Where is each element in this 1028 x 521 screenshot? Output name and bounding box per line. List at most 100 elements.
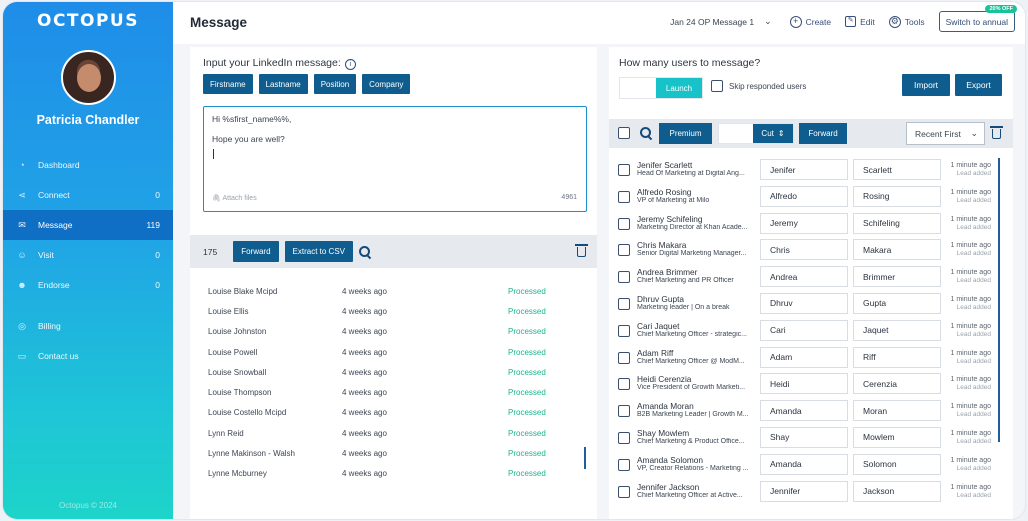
search-icon[interactable] [359,245,371,258]
lastname-chip[interactable]: Lastname [258,74,308,94]
last-name-field[interactable]: Gupta [853,292,941,314]
list-item[interactable]: Alfredo Rosing VP of Marketing at Milo Alf… [609,185,1013,212]
list-item[interactable]: Adam Riff Chief Marketing Officer @ ModM.… [609,346,1013,373]
list-item[interactable]: Amanda Solomon VP, Creator Relations - Ma… [609,453,1013,480]
table-row[interactable]: Louise Thompson 4 weeks ago Processed [190,382,597,402]
list-item[interactable]: Heidi Cerenzia Vice President of Growth M… [609,372,1013,399]
avatar[interactable] [61,50,116,105]
list-item[interactable]: Dhruv Gupta Marketing leader | On a break… [609,292,1013,319]
first-name-field[interactable]: Adam [760,346,848,368]
forward-button[interactable]: Forward [799,123,847,144]
premium-button[interactable]: Premium [659,123,712,144]
last-name-field[interactable]: Makara [853,239,941,261]
list-item[interactable]: Jeremy Schifeling Marketing Director at K… [609,212,1013,239]
skip-checkbox[interactable] [711,80,723,92]
list-item[interactable]: Shay Mowlem Chief Marketing & Product Off… [609,426,1013,453]
last-name-field[interactable]: Mowlem [853,426,941,448]
message-textarea[interactable]: Hi %sfirst_name%%, Hope you are well? 🖇 … [203,106,587,212]
sort-select[interactable]: Recent First ⌄ [906,122,985,145]
sidebar-item-billing[interactable]: ◎ Billing [3,311,173,341]
first-name-field[interactable]: Amanda [760,400,848,422]
sidebar-item-endorse[interactable]: ☻ Endorse 0 [3,270,173,300]
first-name-field[interactable]: Jenifer [760,159,848,180]
row-checkbox[interactable] [618,271,630,284]
extract-csv-button[interactable]: Extract to CSV [284,241,353,262]
export-button[interactable]: Export [955,74,1002,96]
first-name-field[interactable]: Jeremy [760,212,848,234]
first-name-field[interactable]: Alfredo [760,185,848,207]
last-name-field[interactable]: Jackson [853,480,941,502]
row-checkbox[interactable] [618,351,630,364]
table-row[interactable]: Lynne Mcburney 4 weeks ago Processed [190,464,597,484]
company-chip[interactable]: Company [362,74,411,94]
attach-files-link[interactable]: 🖇 Attach files [212,192,257,206]
sidebar-item-contact-us[interactable]: ▭ Contact us [3,341,173,371]
first-name-field[interactable]: Andrea [760,266,848,288]
row-checkbox[interactable] [618,485,630,498]
launch-button[interactable]: Launch [656,78,702,98]
row-checkbox[interactable] [618,431,630,444]
select-all-checkbox[interactable] [618,127,630,139]
launch-count-input[interactable] [620,78,656,98]
position-chip[interactable]: Position [313,74,357,94]
first-name-field[interactable]: Chris [760,239,848,261]
table-row[interactable]: Louise Ellis 4 weeks ago Processed [190,301,597,321]
row-checkbox[interactable] [618,164,630,176]
trash-icon[interactable] [575,244,588,257]
last-name-field[interactable]: Scarlett [853,159,941,180]
cut-input[interactable] [719,124,753,143]
cut-button[interactable]: Cut ⇕ [753,124,793,143]
edit-button[interactable]: ✎ Edit [845,16,875,27]
sidebar-item-message[interactable]: ✉ Message 119 [3,210,173,240]
table-row[interactable]: Louise Powell 4 weeks ago Processed [190,342,597,362]
row-checkbox[interactable] [618,244,630,257]
table-row[interactable]: Louise Blake Mcipd 4 weeks ago Processed [190,281,597,301]
last-name-field[interactable]: Jaquet [853,319,941,341]
list-item[interactable]: Jennifer Jackson Chief Marketing Officer … [609,480,1013,507]
last-name-field[interactable]: Rosing [853,185,941,207]
firstname-chip[interactable]: Firstname [203,74,253,94]
forward-button[interactable]: Forward [233,241,279,262]
sidebar-item-dashboard[interactable]: ◔ Dashboard [3,150,173,180]
first-name-field[interactable]: Heidi [760,373,848,395]
row-checkbox[interactable] [618,378,630,391]
list-item[interactable]: Andrea Brimmer Chief Marketing and PR Off… [609,265,1013,292]
first-name-field[interactable]: Shay [760,426,848,448]
sidebar-item-connect[interactable]: ⋖ Connect 0 [3,180,173,210]
last-name-field[interactable]: Brimmer [853,266,941,288]
table-row[interactable]: Louise Snowball 4 weeks ago Processed [190,362,597,382]
table-row[interactable]: Louise Johnston 4 weeks ago Processed [190,322,597,342]
row-checkbox[interactable] [618,190,630,203]
row-checkbox[interactable] [618,297,630,310]
first-name-field[interactable]: Jennifer [760,480,848,502]
table-row[interactable]: Louise Costello Mcipd 4 weeks ago Processe… [190,403,597,423]
last-name-field[interactable]: Riff [853,346,941,368]
row-checkbox[interactable] [618,458,630,471]
search-icon[interactable] [640,127,652,139]
scrollbar[interactable] [998,158,1000,442]
campaign-select[interactable]: Jan 24 OP Message 1 ⌄ [670,16,772,27]
create-button[interactable]: + Create [789,15,831,28]
sidebar-item-visit[interactable]: ☺ Visit 0 [3,240,173,270]
row-checkbox[interactable] [618,324,630,337]
tools-button[interactable]: ⚙ Tools [888,15,925,28]
first-name-field[interactable]: Dhruv [760,292,848,314]
last-name-field[interactable]: Schifeling [853,212,941,234]
skip-responded-option[interactable]: Skip responded users [711,80,806,92]
last-name-field[interactable]: Moran [853,400,941,422]
import-button[interactable]: Import [902,74,950,96]
row-checkbox[interactable] [618,217,630,230]
list-item[interactable]: Jenifer Scarlett Head Of Marketing at Dig… [609,158,1013,185]
last-name-field[interactable]: Cerenzia [853,373,941,395]
list-item[interactable]: Amanda Moran B2B Marketing Leader | Growt… [609,399,1013,426]
first-name-field[interactable]: Amanda [760,453,848,475]
first-name-field[interactable]: Cari [760,319,848,341]
row-checkbox[interactable] [618,405,630,418]
list-item[interactable]: Chris Makara Senior Digital Marketing Man… [609,238,1013,265]
table-row[interactable]: Lynne Makinson - Walsh 4 weeks ago Process… [190,443,597,463]
switch-to-annual-button[interactable]: Switch to annual 20% OFF [938,5,1017,32]
list-item[interactable]: Cari Jaquet Chief Marketing Officer - str… [609,319,1013,346]
last-name-field[interactable]: Solomon [853,453,941,475]
table-row[interactable]: Lynn Reid 4 weeks ago Processed [190,423,597,443]
scrollbar[interactable] [584,447,586,469]
